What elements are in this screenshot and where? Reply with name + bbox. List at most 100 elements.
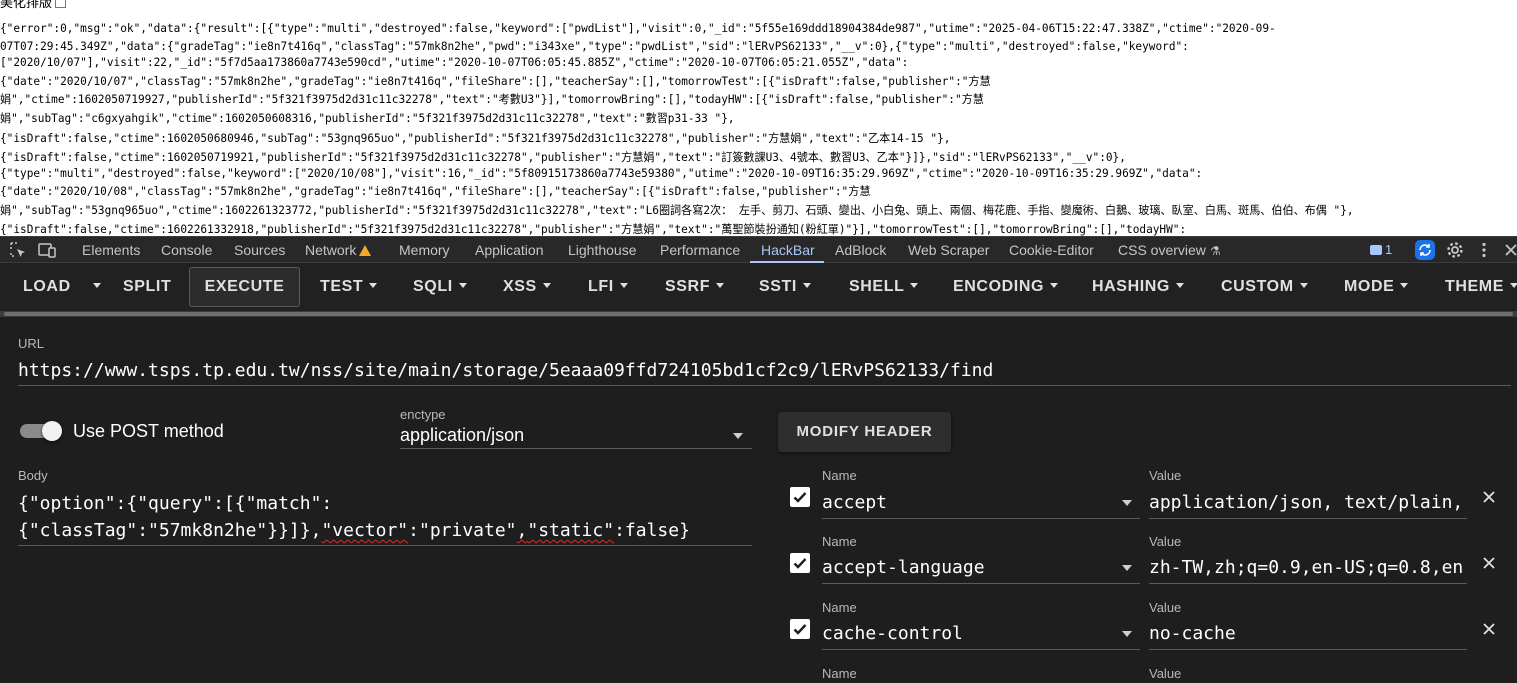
- beautify-toggle[interactable]: 美化排版: [0, 0, 67, 11]
- custom-menu-button[interactable]: CUSTOM: [1221, 271, 1308, 303]
- test-menu-button[interactable]: TEST: [320, 271, 378, 303]
- chevron-down-icon: [802, 283, 811, 288]
- tab-application[interactable]: Application: [475, 242, 544, 258]
- tab-performance[interactable]: Performance: [660, 242, 740, 258]
- body-text-misspelled: "vector": [321, 520, 409, 541]
- header-value-label: Value: [1149, 468, 1182, 483]
- tab-elements[interactable]: Elements: [82, 242, 140, 258]
- ssrf-menu-button[interactable]: SSRF: [665, 271, 725, 303]
- execute-button[interactable]: EXECUTE: [189, 267, 300, 307]
- tab-hackbar[interactable]: HackBar: [761, 242, 815, 258]
- device-toolbar-icon[interactable]: [37, 240, 57, 260]
- chevron-down-icon: [1050, 283, 1059, 288]
- issues-badge[interactable]: 1: [1370, 242, 1392, 257]
- devtools-tabbar: Elements Console Sources Network Memory …: [0, 236, 1517, 263]
- json-line: 娟","subTag":"c6gxyahgik","ctime":1602050…: [0, 112, 735, 125]
- json-line: {"error":0,"msg":"ok","data":{"result":[…: [0, 22, 1276, 35]
- header-value-underline: [1149, 583, 1467, 584]
- body-text-misspelled: ,: [516, 520, 528, 541]
- chevron-down-icon: [716, 283, 725, 288]
- sqli-menu-button[interactable]: SQLI: [413, 271, 467, 303]
- post-method-toggle[interactable]: [20, 421, 62, 441]
- load-dropdown-button[interactable]: [87, 271, 101, 303]
- chevron-down-icon[interactable]: [1122, 500, 1132, 506]
- hashing-menu-button[interactable]: HASHING: [1092, 271, 1184, 303]
- lfi-menu-button[interactable]: LFI: [588, 271, 628, 303]
- header-name-input[interactable]: accept: [822, 492, 887, 513]
- chevron-down-icon[interactable]: [1122, 631, 1132, 637]
- close-icon[interactable]: [1480, 554, 1498, 572]
- header-enabled-checkbox[interactable]: [790, 487, 810, 507]
- chevron-down-icon: [1175, 283, 1184, 288]
- load-button[interactable]: LOAD: [23, 271, 71, 303]
- close-icon[interactable]: [1480, 620, 1498, 638]
- body-textarea[interactable]: {"option":{"query":[{"match": {"classTag"…: [18, 490, 750, 544]
- tab-lighthouse[interactable]: Lighthouse: [568, 242, 637, 258]
- hashing-menu-label: HASHING: [1092, 278, 1170, 295]
- tab-cookie-editor[interactable]: Cookie-Editor: [1009, 242, 1094, 258]
- more-options-icon[interactable]: [1474, 240, 1494, 260]
- header-name-input[interactable]: accept-language: [822, 557, 985, 578]
- header-value-underline: [1149, 518, 1467, 519]
- mode-menu-button[interactable]: MODE: [1344, 271, 1409, 303]
- toggle-knob: [42, 421, 62, 441]
- issues-icon: [1370, 245, 1382, 255]
- scrollbar-thumb[interactable]: [4, 312, 1513, 316]
- gear-icon[interactable]: [1445, 240, 1465, 260]
- ssti-menu-button[interactable]: SSTI: [759, 271, 811, 303]
- chevron-down-icon[interactable]: [1122, 565, 1132, 571]
- page-content: 美化排版 {"error":0,"msg":"ok","data":{"resu…: [0, 0, 1517, 236]
- xss-menu-label: XSS: [503, 278, 537, 295]
- header-value-underline: [1149, 649, 1467, 650]
- issues-count: 1: [1385, 242, 1393, 257]
- json-line: 娟","subTag":"53gnq965uo","ctime":1602261…: [0, 204, 1354, 217]
- header-name-underline: [822, 649, 1140, 650]
- inspect-element-icon[interactable]: [8, 240, 28, 260]
- header-enabled-checkbox[interactable]: [790, 619, 810, 639]
- tab-web-scraper[interactable]: Web Scraper: [908, 242, 989, 258]
- modify-header-button[interactable]: MODIFY HEADER: [778, 412, 951, 452]
- tab-memory[interactable]: Memory: [399, 242, 450, 258]
- tab-adblock[interactable]: AdBlock: [835, 242, 886, 258]
- enctype-underline: [400, 448, 752, 449]
- ssrf-menu-label: SSRF: [665, 278, 711, 295]
- custom-menu-label: CUSTOM: [1221, 278, 1294, 295]
- url-label: URL: [18, 336, 45, 351]
- split-button[interactable]: SPLIT: [123, 271, 171, 303]
- tab-sources[interactable]: Sources: [234, 242, 285, 258]
- header-value-input[interactable]: application/json, text/plain, */*: [1149, 492, 1467, 513]
- body-label: Body: [18, 468, 48, 483]
- tab-css-overview-label: CSS overview: [1118, 242, 1206, 258]
- close-devtools-icon[interactable]: [1501, 240, 1517, 260]
- extension-icon[interactable]: [1415, 240, 1435, 260]
- header-enabled-checkbox[interactable]: [790, 553, 810, 573]
- xss-menu-button[interactable]: XSS: [503, 271, 551, 303]
- sqli-menu-label: SQLI: [413, 278, 453, 295]
- chevron-down-icon[interactable]: [733, 433, 743, 439]
- tab-console[interactable]: Console: [161, 242, 212, 258]
- header-name-input[interactable]: cache-control: [822, 623, 963, 644]
- chevron-down-icon: [542, 283, 551, 288]
- url-input[interactable]: https://www.tsps.tp.edu.tw/nss/site/main…: [18, 360, 993, 381]
- chevron-down-icon: [1510, 283, 1517, 288]
- shell-menu-button[interactable]: SHELL: [849, 271, 919, 303]
- header-value-input[interactable]: zh-TW,zh;q=0.9,en-US;q=0.8,en;q=0.7: [1149, 557, 1467, 578]
- json-line: {"date":"2020/10/08","classTag":"57mk8n2…: [0, 185, 871, 198]
- enctype-select[interactable]: application/json: [400, 425, 524, 446]
- mode-menu-label: MODE: [1344, 278, 1395, 295]
- body-text-segment: :"private": [408, 520, 517, 541]
- header-value-input[interactable]: no-cache: [1149, 623, 1467, 644]
- json-line: {"isDraft":false,"ctime":1602261332918,"…: [0, 223, 1187, 236]
- tab-network[interactable]: Network: [305, 242, 372, 258]
- encoding-menu-button[interactable]: ENCODING: [953, 271, 1059, 303]
- chevron-down-icon: [910, 283, 919, 288]
- test-menu-label: TEST: [320, 278, 364, 295]
- close-icon[interactable]: [1480, 488, 1498, 506]
- tab-css-overview[interactable]: CSS overview ⚗: [1118, 242, 1221, 258]
- theme-menu-button[interactable]: THEME: [1445, 271, 1517, 303]
- chevron-down-icon: [1299, 283, 1308, 288]
- lfi-menu-label: LFI: [588, 278, 614, 295]
- header-value-label: Value: [1149, 666, 1182, 681]
- beautify-checkbox[interactable]: [55, 0, 67, 8]
- json-line: {"isDraft":false,"ctime":1602050680946,"…: [0, 132, 951, 145]
